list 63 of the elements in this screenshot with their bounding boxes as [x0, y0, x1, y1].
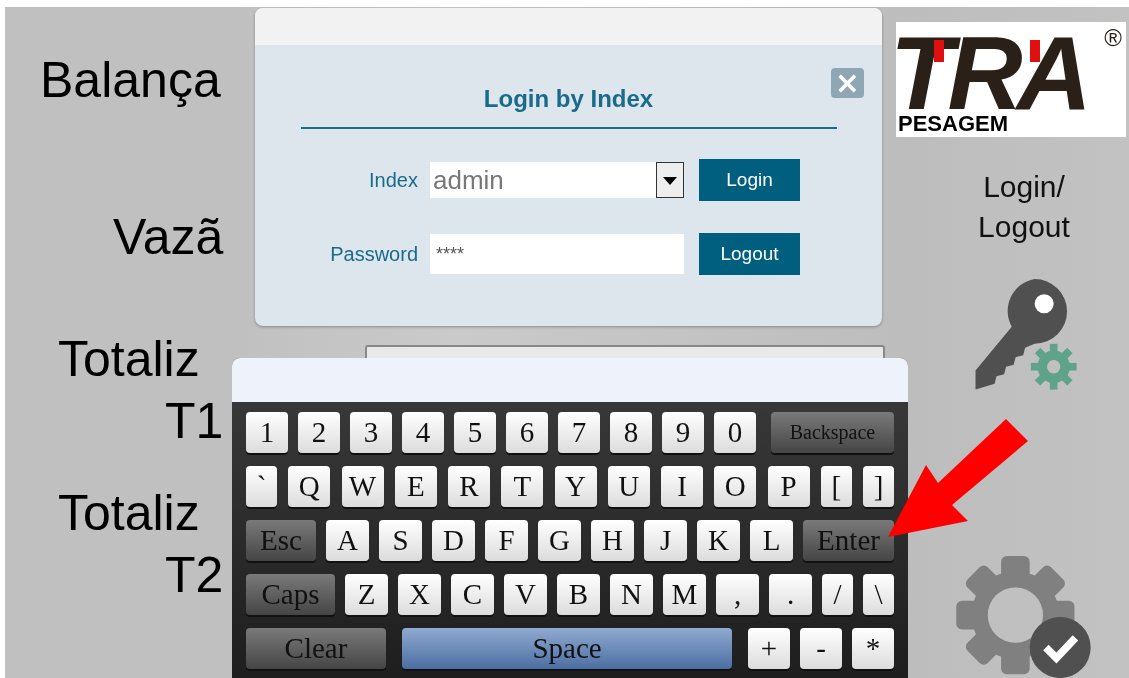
password-label: Password	[329, 242, 419, 266]
keyboard-key[interactable]: 4	[402, 412, 444, 453]
field-label: Totaliz	[58, 484, 200, 543]
caret-icon[interactable]	[656, 162, 684, 198]
keyboard-key[interactable]: `	[246, 466, 277, 507]
keyboard-key[interactable]: B	[557, 574, 600, 615]
keyboard-key[interactable]: U	[607, 466, 650, 507]
keyboard-key[interactable]: ,	[716, 574, 759, 615]
keyboard-key[interactable]: S	[379, 520, 423, 561]
keyboard-key[interactable]: P	[767, 466, 810, 507]
keyboard-key[interactable]: R	[448, 466, 490, 507]
keyboard-key[interactable]: \	[863, 574, 894, 615]
keyboard-key[interactable]: D	[432, 520, 476, 561]
keyboard-key[interactable]: V	[504, 574, 547, 615]
logout-button[interactable]: Logout	[699, 233, 800, 275]
dialog-title: Login by Index	[483, 85, 654, 113]
keyboard-key[interactable]: [	[820, 466, 852, 507]
keyboard-key[interactable]: C	[451, 574, 494, 615]
field-label: T1	[165, 392, 224, 451]
keyboard-key[interactable]: .	[769, 574, 812, 615]
keyboard-key[interactable]: /	[822, 574, 853, 615]
keyboard-key[interactable]: Y	[554, 466, 597, 507]
keyboard-key[interactable]: G	[538, 520, 582, 561]
keyboard-key[interactable]: I	[661, 466, 703, 507]
password-field[interactable]: ****	[430, 234, 684, 274]
keyboard-key[interactable]: -	[800, 628, 842, 669]
keyboard-key[interactable]: 8	[610, 412, 652, 453]
keyboard-key[interactable]: Z	[345, 574, 388, 615]
field-label: Vazã	[113, 208, 224, 267]
login-logout-label: Login/ Logout	[977, 169, 1071, 246]
keyboard-key[interactable]: ]	[863, 466, 894, 507]
keyboard-key[interactable]: 9	[662, 412, 704, 453]
keyboard-key[interactable]: 2	[298, 412, 340, 453]
field-label: Totaliz	[58, 330, 200, 389]
index-dropdown[interactable]: admin	[430, 162, 684, 198]
field-label: Balança	[40, 51, 221, 110]
keyboard-key[interactable]: O	[714, 466, 757, 507]
keyboard-key[interactable]: T	[501, 466, 544, 507]
keyboard-key[interactable]: F	[485, 520, 529, 561]
keyboard-key[interactable]: 7	[558, 412, 600, 453]
keyboard-key[interactable]: 6	[506, 412, 548, 453]
keyboard-key[interactable]: 5	[454, 412, 496, 453]
keyboard-key[interactable]: 1	[246, 412, 288, 453]
keyboard-key[interactable]: 3	[350, 412, 392, 453]
keyboard-key[interactable]: L	[750, 520, 794, 561]
login-button[interactable]: Login	[699, 159, 800, 201]
index-label: Index	[368, 168, 419, 192]
field-label: T2	[165, 546, 224, 605]
keyboard-key[interactable]: H	[591, 520, 635, 561]
keyboard-key[interactable]: Q	[288, 466, 331, 507]
keyboard-key[interactable]: X	[398, 574, 441, 615]
keyboard-key[interactable]: M	[663, 574, 706, 615]
keyboard-key[interactable]: K	[697, 520, 741, 561]
keyboard-key[interactable]: W	[341, 466, 384, 507]
logo: TRA ® PESAGEM	[896, 22, 1126, 138]
keyboard-key[interactable]: A	[326, 520, 370, 561]
keyboard-key[interactable]: 0	[714, 412, 756, 453]
keyboard-key[interactable]: N	[610, 574, 653, 615]
keyboard-key[interactable]: +	[748, 628, 790, 669]
keyboard-key[interactable]: *	[852, 628, 894, 669]
keyboard-key[interactable]: E	[394, 466, 437, 507]
keyboard-key[interactable]: Space	[402, 628, 732, 669]
keyboard-key[interactable]: J	[644, 520, 688, 561]
